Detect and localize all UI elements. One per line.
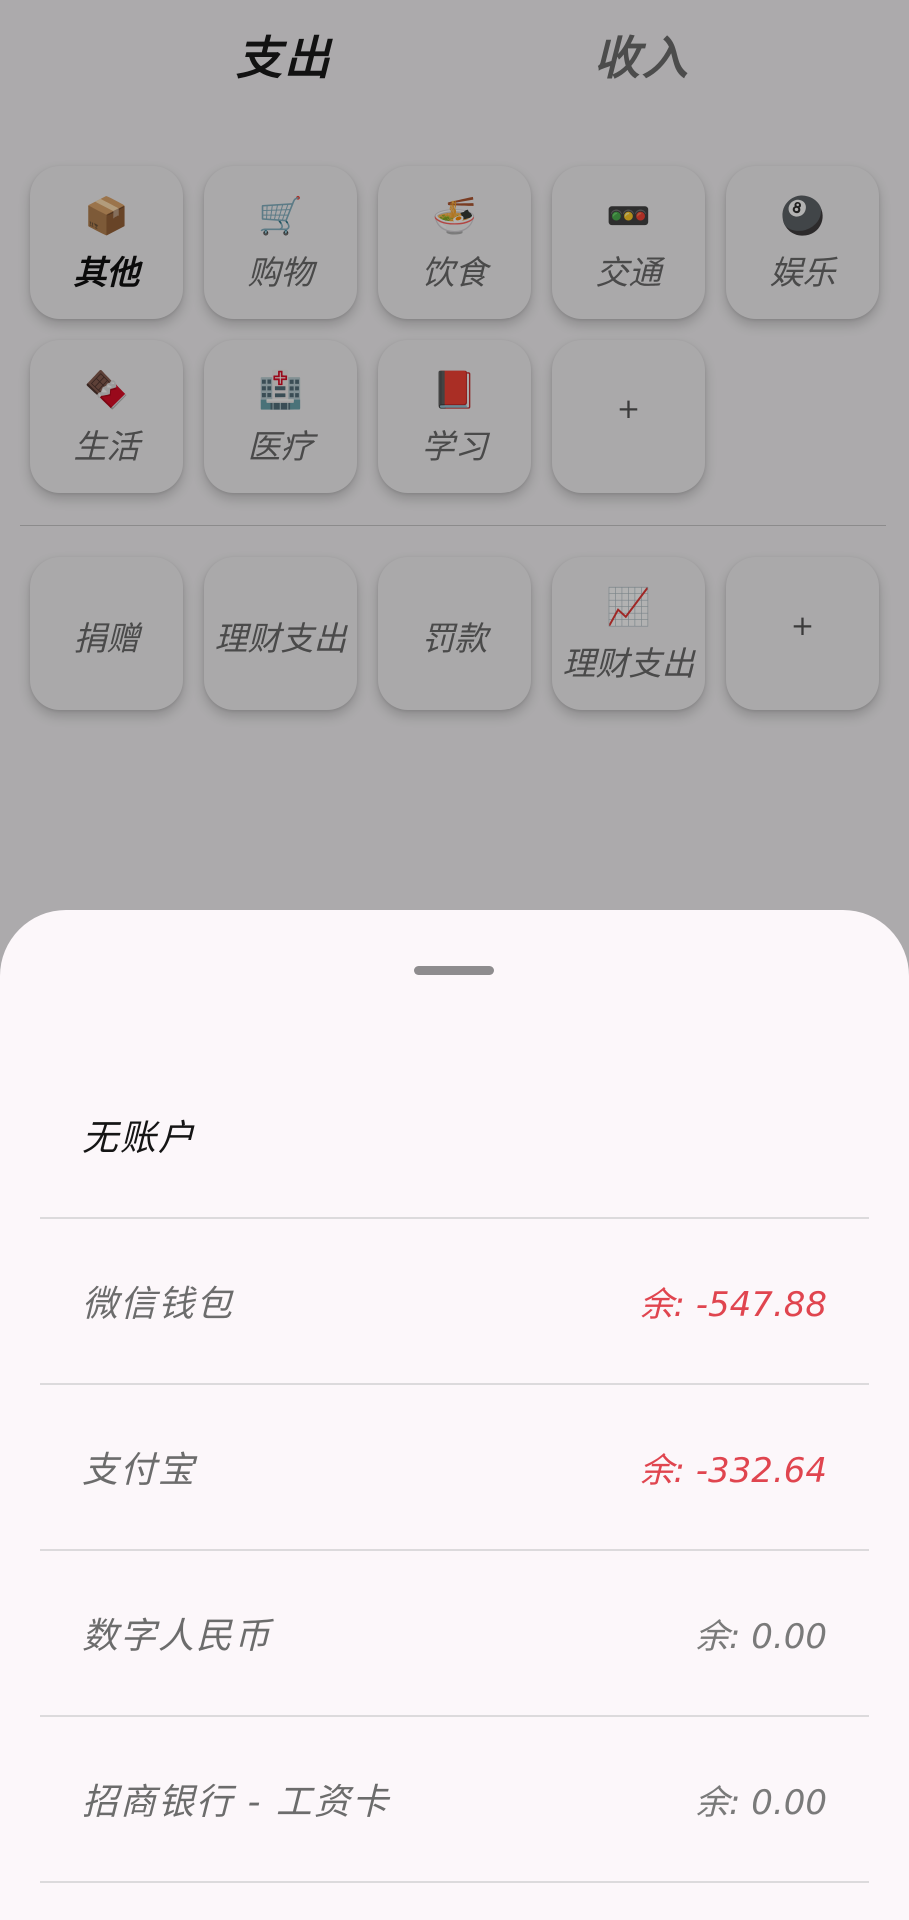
drag-handle[interactable] <box>414 966 494 975</box>
account-name: 微信钱包 <box>82 1284 235 1325</box>
account-balance: 余: 0.00 <box>695 1617 827 1657</box>
account-row[interactable]: 招商银行 - 工资卡 余: 0.00 <box>40 1717 869 1883</box>
account-row[interactable]: 数字人民币 余: 0.00 <box>40 1551 869 1717</box>
account-name: 招商银行 - 工资卡 <box>82 1782 390 1823</box>
account-row-none[interactable]: 无账户 <box>40 1053 869 1219</box>
account-row[interactable]: 微信钱包 余: -547.88 <box>40 1219 869 1385</box>
account-name: 数字人民币 <box>82 1616 273 1657</box>
account-balance: 余: -547.88 <box>639 1285 828 1325</box>
account-balance: 余: -332.64 <box>639 1451 828 1491</box>
account-row[interactable]: 支付宝 余: -332.64 <box>40 1385 869 1551</box>
account-name: 无账户 <box>82 1118 197 1159</box>
account-balance: 余: 0.00 <box>695 1783 827 1823</box>
account-picker-sheet: 无账户 微信钱包 余: -547.88 支付宝 余: -332.64 数字人民币… <box>0 910 909 1920</box>
account-name: 支付宝 <box>82 1450 197 1491</box>
